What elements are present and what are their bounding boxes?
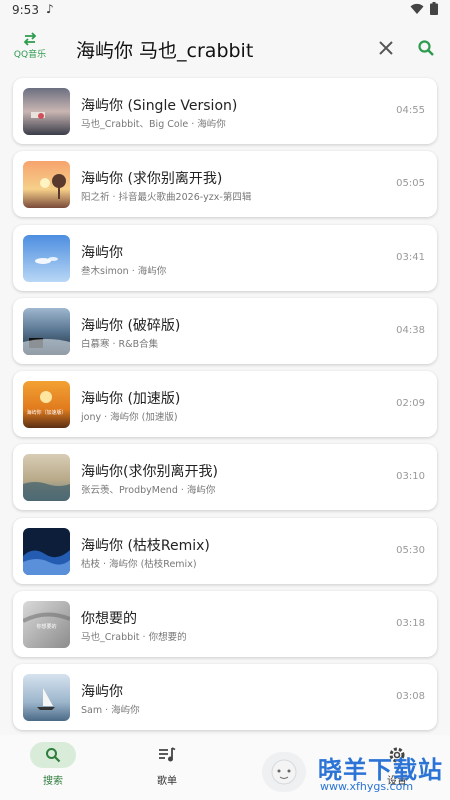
search-icon (46, 748, 61, 763)
song-artist-album: 枯枝 · 海屿你 (枯枝Remix) (81, 558, 197, 570)
song-artist-album: 白慕寒 · R&B合集 (81, 338, 159, 350)
song-artist-album: Sam · 海屿你 (81, 705, 140, 717)
cover-caption: 你想要的 (36, 623, 56, 630)
song-duration: 05:30 (396, 544, 425, 556)
search-button[interactable] (414, 36, 438, 60)
song-artist-album: jony · 海屿你 (加速版) (81, 412, 178, 424)
song-title: 海屿你 (81, 244, 123, 261)
nav-pill (144, 742, 190, 768)
song-duration: 03:41 (396, 251, 425, 263)
song-title: 你想要的 (81, 611, 137, 628)
nav-pill (30, 742, 76, 768)
album-cover (23, 161, 70, 209)
swap-icon (23, 32, 37, 46)
search-query-input[interactable]: 海屿你 马也_crabbit (76, 36, 253, 63)
source-label: QQ音乐 (13, 50, 47, 60)
song-title: 海屿你 (枯枝Remix) (81, 537, 210, 554)
status-time: 9:53 (12, 3, 39, 17)
nav-item-search[interactable]: 搜索 (23, 742, 83, 787)
song-title: 海屿你 (加速版) (81, 391, 181, 408)
song-artist-album: 张云羡、ProdbyMend · 海屿你 (81, 485, 216, 497)
cover-caption: 海屿你（加速版） (26, 409, 66, 416)
nav-label: 歌单 (157, 776, 177, 787)
wifi-icon (410, 3, 424, 14)
song-item[interactable]: 你想要的 你想要的 马也_Crabbit · 你想要的 03:18 (13, 591, 437, 658)
album-cover: 海屿你（加速版） (23, 381, 70, 429)
playlist-icon (159, 747, 176, 762)
status-bar: 9:53 ♪ (0, 0, 450, 20)
song-item[interactable]: 海屿你(求你别离开我) 张云羡、ProdbyMend · 海屿你 03:10 (13, 444, 437, 511)
music-note-icon: ♪ (46, 2, 54, 16)
watermark-logo (262, 752, 306, 792)
song-item[interactable]: 海屿你 (破碎版) 白慕寒 · R&B合集 04:38 (13, 297, 437, 364)
album-cover (23, 234, 70, 282)
song-list: 海屿你 (Single Version) 马也_Crabbit、Big Cole… (13, 78, 437, 738)
song-duration: 03:10 (396, 471, 425, 483)
nav-item-playlist[interactable]: 歌单 (137, 742, 197, 787)
song-title: 海屿你 (81, 684, 123, 701)
song-item[interactable]: 海屿你 Sam · 海屿你 03:08 (13, 664, 437, 731)
song-title: 海屿你 (求你别离开我) (81, 171, 223, 188)
song-artist-album: 叁木simon · 海屿你 (81, 265, 167, 277)
battery-icon (430, 2, 438, 15)
watermark-url: www.xfhygs.com (320, 780, 414, 793)
album-cover (23, 88, 70, 135)
song-artist-album: 阳之祈 · 抖音最火歌曲2026-yzx-第四辑 (81, 192, 252, 204)
song-artist-album: 马也_Crabbit · 你想要的 (81, 632, 187, 644)
song-duration: 04:55 (396, 105, 425, 116)
song-duration: 05:05 (396, 178, 425, 190)
song-title: 海屿你 (破碎版) (81, 317, 181, 334)
song-item[interactable]: 海屿你（加速版） 海屿你 (加速版) jony · 海屿你 (加速版) 02:0… (13, 371, 437, 438)
song-item[interactable]: 海屿你 (Single Version) 马也_Crabbit、Big Cole… (13, 78, 437, 144)
status-icons (410, 2, 438, 15)
source-switch-button[interactable]: QQ音乐 (10, 32, 50, 72)
song-item[interactable]: 海屿你 (枯枝Remix) 枯枝 · 海屿你 (枯枝Remix) 05:30 (13, 517, 437, 584)
clear-search-button[interactable] (374, 36, 398, 60)
album-cover (23, 454, 70, 502)
album-cover (23, 527, 70, 575)
search-icon (418, 40, 434, 56)
song-title: 海屿你 (Single Version) (81, 98, 238, 114)
album-cover: 你想要的 (23, 601, 70, 649)
album-cover (23, 307, 70, 355)
album-cover (23, 674, 70, 722)
song-duration: 03:18 (396, 618, 425, 630)
song-artist-album: 马也_Crabbit、Big Cole · 海屿你 (81, 119, 226, 130)
watermark: 晓羊下载站 www.xfhygs.com (258, 748, 450, 798)
nav-label: 搜索 (43, 776, 63, 787)
song-item[interactable]: 海屿你 叁木simon · 海屿你 03:41 (13, 224, 437, 291)
song-duration: 03:08 (396, 691, 425, 703)
close-icon (379, 41, 393, 55)
song-item[interactable]: 海屿你 (求你别离开我) 阳之祈 · 抖音最火歌曲2026-yzx-第四辑 05… (13, 151, 437, 218)
song-duration: 04:38 (396, 324, 425, 336)
app-bar: QQ音乐 海屿你 马也_crabbit (0, 22, 450, 76)
song-duration: 02:09 (396, 398, 425, 410)
song-title: 海屿你(求你别离开我) (81, 464, 218, 481)
